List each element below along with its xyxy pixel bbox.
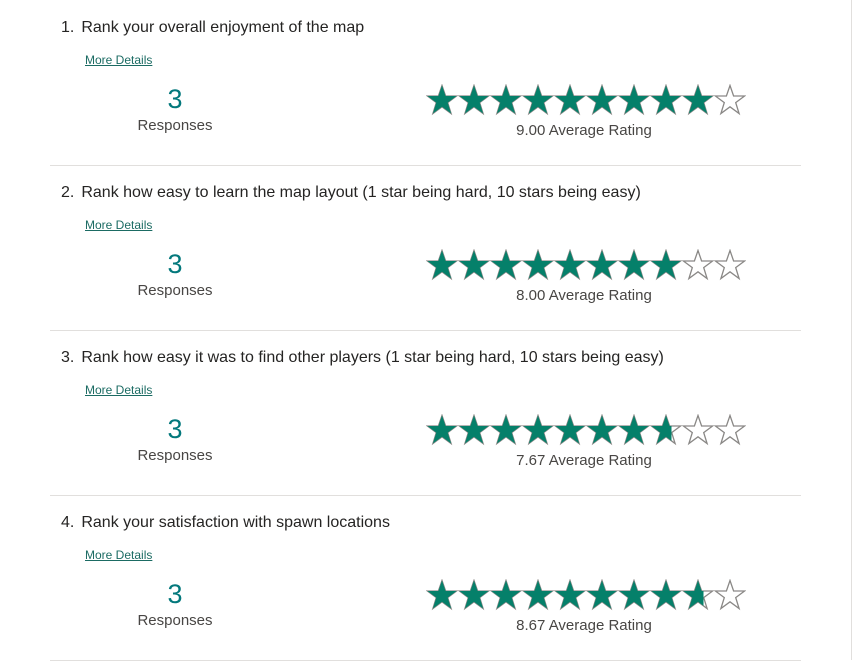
star-filled-icon	[458, 579, 490, 611]
star-filled-icon	[490, 414, 522, 446]
star-rating	[426, 414, 746, 446]
star-rating	[426, 249, 746, 281]
question-block: 1. Rank your overall enjoyment of the map…	[50, 0, 801, 166]
star-filled-icon	[490, 579, 522, 611]
star-filled-icon	[458, 249, 490, 281]
star-filled-icon	[650, 579, 682, 611]
star-rating	[426, 84, 746, 116]
star-filled-icon	[554, 414, 586, 446]
responses-label: Responses	[137, 447, 213, 464]
more-details-link[interactable]: More Details	[85, 53, 152, 67]
question-text: Rank your satisfaction with spawn locati…	[81, 514, 390, 531]
question-number: 3.	[61, 349, 75, 366]
star-filled-icon	[426, 249, 458, 281]
rating-summary: 8.67 Average Rating	[426, 579, 746, 634]
more-details-link[interactable]: More Details	[85, 383, 152, 397]
star-filled-icon	[554, 579, 586, 611]
star-filled-icon	[586, 249, 618, 281]
star-filled-icon	[554, 84, 586, 116]
star-empty-icon	[682, 249, 714, 281]
question-number: 1.	[61, 19, 75, 36]
more-details-link[interactable]: More Details	[85, 548, 152, 562]
star-filled-icon	[618, 579, 650, 611]
star-filled-icon	[618, 414, 650, 446]
responses-summary: 3 Responses	[115, 412, 235, 466]
question-text: Rank how easy to learn the map layout (1…	[81, 184, 641, 201]
star-half-icon	[682, 579, 714, 611]
star-filled-icon	[458, 414, 490, 446]
star-filled-icon	[682, 84, 714, 116]
star-filled-icon	[490, 249, 522, 281]
question-number: 4.	[61, 514, 75, 531]
responses-label: Responses	[137, 612, 213, 629]
star-empty-icon	[714, 249, 746, 281]
star-filled-icon	[586, 84, 618, 116]
average-rating-label: 9.00 Average Rating	[516, 122, 652, 139]
responses-count: 3	[167, 249, 183, 279]
average-rating-label: 8.67 Average Rating	[516, 617, 652, 634]
star-filled-icon	[618, 249, 650, 281]
rating-summary: 7.67 Average Rating	[426, 414, 746, 469]
responses-count: 3	[167, 579, 183, 609]
star-filled-icon	[426, 579, 458, 611]
star-filled-icon	[426, 84, 458, 116]
responses-label: Responses	[137, 117, 213, 134]
responses-count: 3	[167, 84, 183, 114]
star-filled-icon	[522, 579, 554, 611]
star-empty-icon	[682, 414, 714, 446]
star-filled-icon	[426, 414, 458, 446]
average-rating-label: 8.00 Average Rating	[516, 287, 652, 304]
star-filled-icon	[586, 579, 618, 611]
responses-summary: 3 Responses	[115, 577, 235, 631]
responses-count: 3	[167, 414, 183, 444]
average-rating-label: 7.67 Average Rating	[516, 452, 652, 469]
star-filled-icon	[650, 249, 682, 281]
responses-summary: 3 Responses	[115, 82, 235, 136]
star-filled-icon	[522, 84, 554, 116]
star-rating	[426, 579, 746, 611]
star-empty-icon	[714, 84, 746, 116]
question-title: 4. Rank your satisfaction with spawn loca…	[61, 514, 390, 532]
star-filled-icon	[618, 84, 650, 116]
question-title: 2. Rank how easy to learn the map layout …	[61, 184, 641, 202]
question-title: 3. Rank how easy it was to find other pla…	[61, 349, 664, 367]
responses-label: Responses	[137, 282, 213, 299]
question-text: Rank how easy it was to find other playe…	[81, 349, 664, 366]
responses-summary: 3 Responses	[115, 247, 235, 301]
star-half-icon	[650, 414, 682, 446]
star-filled-icon	[650, 84, 682, 116]
question-block: 3. Rank how easy it was to find other pla…	[50, 330, 801, 496]
rating-summary: 8.00 Average Rating	[426, 249, 746, 304]
star-filled-icon	[490, 84, 522, 116]
question-block: 2. Rank how easy to learn the map layout …	[50, 165, 801, 331]
more-details-link[interactable]: More Details	[85, 218, 152, 232]
star-empty-icon	[714, 414, 746, 446]
question-block: 4. Rank your satisfaction with spawn loca…	[50, 495, 801, 661]
star-filled-icon	[586, 414, 618, 446]
star-filled-icon	[458, 84, 490, 116]
star-empty-icon	[714, 579, 746, 611]
question-title: 1. Rank your overall enjoyment of the map	[61, 19, 364, 37]
star-filled-icon	[522, 414, 554, 446]
star-filled-icon	[522, 249, 554, 281]
question-text: Rank your overall enjoyment of the map	[81, 19, 365, 36]
rating-summary: 9.00 Average Rating	[426, 84, 746, 139]
question-number: 2.	[61, 184, 75, 201]
star-filled-icon	[554, 249, 586, 281]
